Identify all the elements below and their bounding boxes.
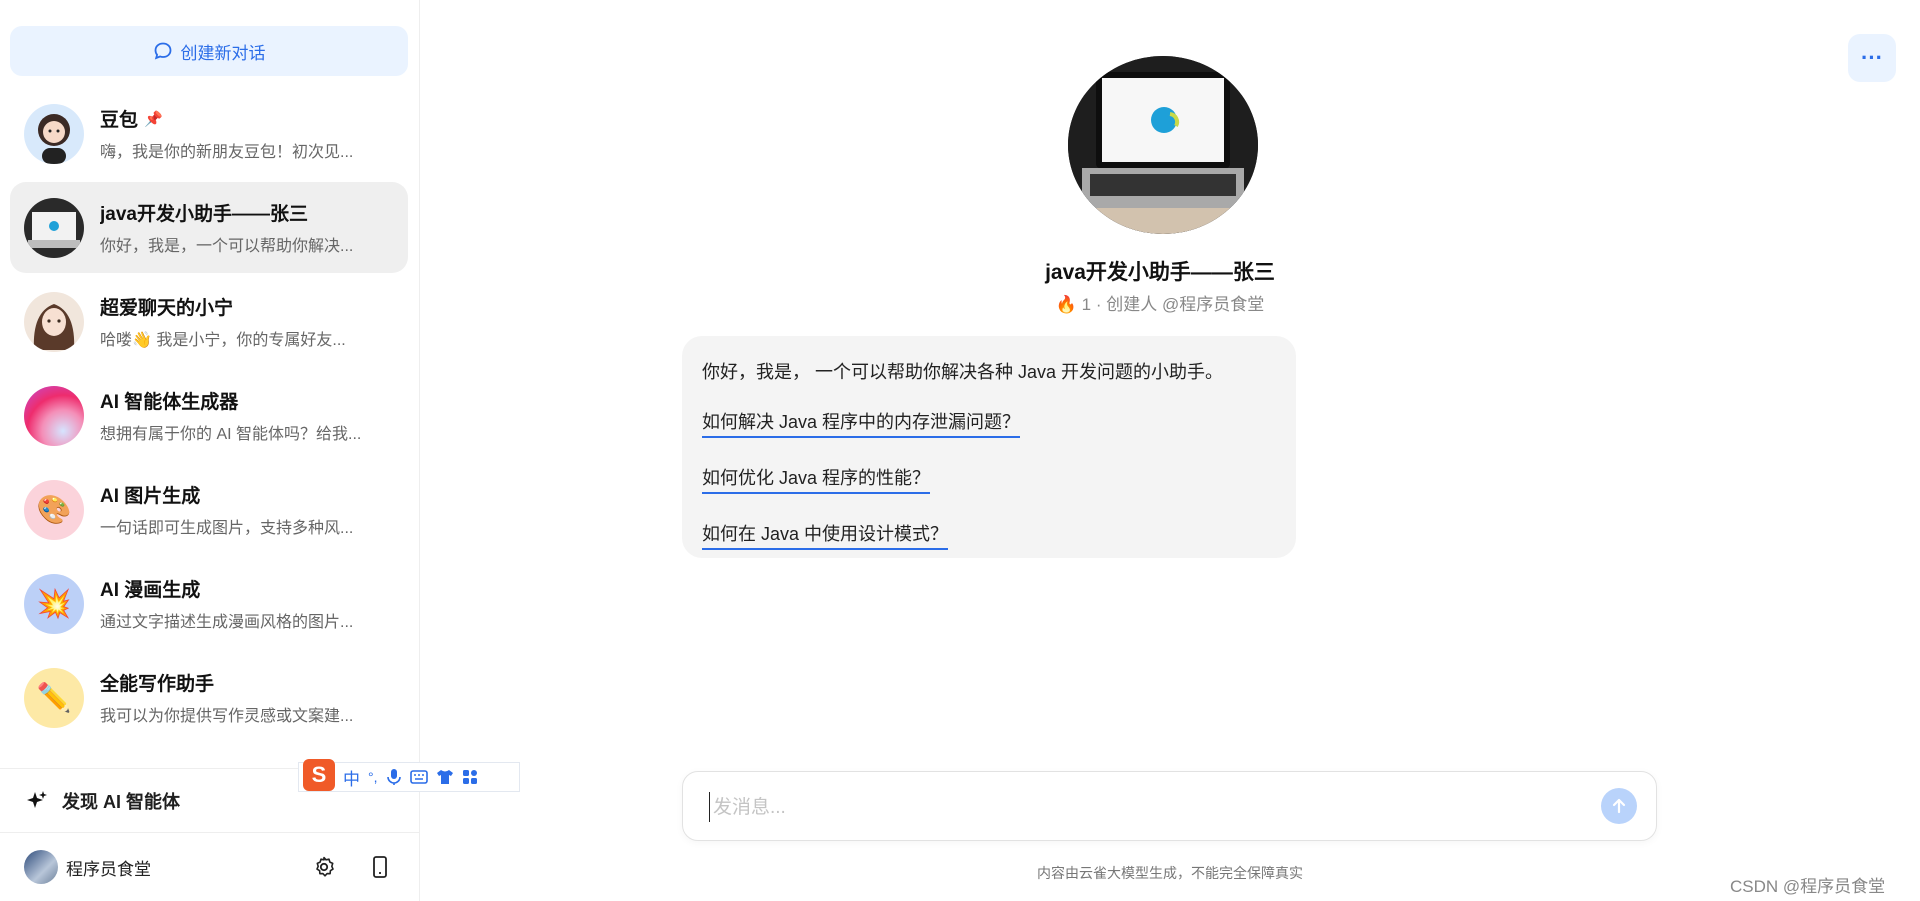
chat-item-preview: 哈喽👋 我是小宁，你的专属好友... <box>100 332 346 349</box>
bot-meta: 🔥 1 · 创建人 @程序员食堂 <box>960 290 1360 315</box>
chat-item-doubao[interactable]: 豆包 📌 嗨，我是你的新朋友豆包！初次见... <box>10 88 408 179</box>
chat-item-java-assistant[interactable]: java开发小助手——张三 你好，我是，一个可以帮助你解决... <box>10 182 408 273</box>
settings-button[interactable] <box>309 852 339 882</box>
bot-message: 你好，我是， 一个可以帮助你解决各种 Java 开发问题的小助手。 如何解决 J… <box>682 336 1296 558</box>
chat-item-preview: 你好，我是，一个可以帮助你解决... <box>100 238 354 255</box>
chat-item-writing-assistant[interactable]: ✏️ 全能写作助手 我可以为你提供写作灵感或文案建... <box>10 652 408 743</box>
watermark: CSDN @程序员食堂 <box>1730 877 1886 896</box>
message-input[interactable] <box>711 790 1565 826</box>
bot-meta-text: 1 · 创建人 @程序员食堂 <box>1081 295 1265 314</box>
user-row: 程序员食堂 <box>0 832 419 901</box>
chat-item-xiaoning[interactable]: 超爱聊天的小宁 哈喽👋 我是小宁，你的专属好友... <box>10 276 408 367</box>
keyboard-icon[interactable] <box>409 770 428 784</box>
laptop-avatar-icon <box>1068 56 1258 234</box>
gear-icon <box>316 856 334 877</box>
skin-shirt-icon[interactable] <box>436 769 454 785</box>
palette-icon: 🎨 <box>24 479 84 540</box>
new-chat-button[interactable]: 创建新对话 <box>10 26 408 76</box>
chat-item-title: java开发小助手——张三 <box>100 204 308 225</box>
discover-label: 发现 AI 智能体 <box>62 791 181 812</box>
chat-item-agent-generator[interactable]: AI 智能体生成器 想拥有属于你的 AI 智能体吗？给我... <box>10 370 408 461</box>
new-chat-label: 创建新对话 <box>180 43 266 63</box>
avatar[interactable] <box>24 850 58 884</box>
girl-avatar-icon <box>24 103 84 164</box>
disclaimer: 内容由云雀大模型生成，不能完全保障真实 <box>1037 865 1303 881</box>
more-options-button[interactable]: ··· <box>1848 34 1896 82</box>
microphone-icon[interactable] <box>386 768 402 786</box>
ime-punct-toggle[interactable]: °, <box>368 769 378 785</box>
message-text: 你好，我是， 一个可以帮助你解决各种 Java 开发问题的小助手。 <box>702 362 1224 382</box>
bot-avatar <box>1068 56 1258 234</box>
suggestion-link[interactable]: 如何优化 Java 程序的性能？ <box>702 464 931 494</box>
chat-item-title: 豆包 <box>100 110 139 131</box>
chat-item-comic-gen[interactable]: 💥 AI 漫画生成 通过文字描述生成漫画风格的图片... <box>10 558 408 649</box>
chat-item-title: AI 智能体生成器 <box>100 392 239 413</box>
gradient-orb-icon <box>24 385 84 446</box>
chat-list: 豆包 📌 嗨，我是你的新朋友豆包！初次见... java开发小助手——张三 你好，… <box>10 88 408 746</box>
bot-name: java开发小助手——张三 <box>1045 261 1275 284</box>
suggestion-link[interactable]: 如何在 Java 中使用设计模式？ <box>702 520 949 550</box>
chat-bubble-icon <box>154 42 171 60</box>
chat-item-title: 超爱聊天的小宁 <box>100 298 234 319</box>
ime-lang-toggle[interactable]: 中 <box>343 765 360 790</box>
message-composer <box>682 771 1657 841</box>
grid-apps-icon[interactable] <box>462 769 478 785</box>
girl-avatar-icon <box>24 291 84 352</box>
chat-item-title: 全能写作助手 <box>100 674 215 695</box>
pencil-icon: ✏️ <box>24 667 84 728</box>
explosion-icon: 💥 <box>24 573 84 634</box>
phone-icon <box>373 856 387 878</box>
laptop-avatar-icon <box>24 197 84 258</box>
fire-icon: 🔥 <box>1055 295 1077 314</box>
arrow-up-icon <box>1612 798 1626 814</box>
text-caret <box>709 792 710 822</box>
send-button[interactable] <box>1601 788 1637 824</box>
chat-item-preview: 通过文字描述生成漫画风格的图片... <box>100 614 354 631</box>
chat-item-title: AI 图片生成 <box>100 486 201 507</box>
chat-item-preview: 我可以为你提供写作灵感或文案建... <box>100 708 354 725</box>
suggestion-link[interactable]: 如何解决 Java 程序中的内存泄漏问题？ <box>702 408 1021 438</box>
pin-icon: 📌 <box>144 110 163 128</box>
ime-toolbar: S 中 °, <box>298 759 520 792</box>
chat-item-preview: 一句话即可生成图片，支持多种风... <box>100 520 354 537</box>
more-dots-icon: ··· <box>1861 45 1883 70</box>
user-name: 程序员食堂 <box>66 859 151 879</box>
mobile-app-button[interactable] <box>365 852 395 882</box>
sparkle-icon <box>27 790 47 808</box>
chat-item-image-gen[interactable]: 🎨 AI 图片生成 一句话即可生成图片，支持多种风... <box>10 464 408 555</box>
chat-item-preview: 想拥有属于你的 AI 智能体吗？给我... <box>100 426 362 443</box>
chat-item-title: AI 漫画生成 <box>100 580 201 601</box>
chat-item-preview: 嗨，我是你的新朋友豆包！初次见... <box>100 144 354 161</box>
sogou-logo-icon[interactable]: S <box>303 759 335 791</box>
